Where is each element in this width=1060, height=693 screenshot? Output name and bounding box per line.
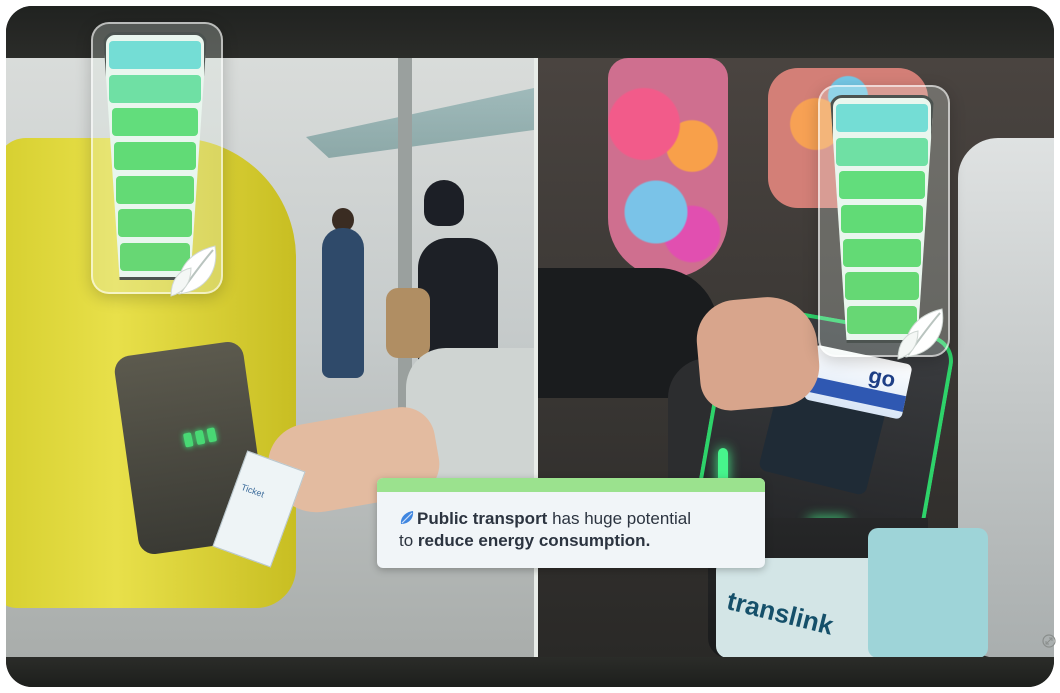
hand xyxy=(693,292,823,414)
gauge-segment xyxy=(839,171,925,200)
leaf-icon xyxy=(897,308,944,360)
gate-poster xyxy=(868,528,988,657)
gauge-segment xyxy=(116,175,194,204)
caption-text: Public transport has huge potential to r… xyxy=(399,508,691,552)
caption-part-2: has huge potential xyxy=(547,509,692,528)
gauge-segment xyxy=(841,204,923,233)
caption-bold-2: reduce energy consumption. xyxy=(417,531,651,550)
ticket-label: Ticket xyxy=(239,481,266,500)
caption-box: Public transport has huge potential to r… xyxy=(377,478,765,568)
pedestrian xyxy=(322,228,364,378)
gauge-segment xyxy=(836,137,928,166)
blue-leaf-icon xyxy=(400,511,414,524)
bottom-bar xyxy=(6,657,1054,687)
leaf-icon xyxy=(170,245,217,297)
brand-text: translink xyxy=(724,585,837,641)
gauge-segment xyxy=(843,238,921,267)
gauge-segment xyxy=(118,209,192,238)
gauge-segment xyxy=(114,141,196,170)
led xyxy=(206,427,218,443)
energy-gauge-left xyxy=(91,22,223,297)
gate-base: translink xyxy=(716,558,886,657)
gauge-segment xyxy=(112,108,198,137)
caption-accent-bar xyxy=(377,478,765,492)
expand-icon[interactable] xyxy=(1042,634,1056,648)
backpack xyxy=(386,288,430,358)
led xyxy=(182,432,194,448)
card-label: go xyxy=(866,362,898,393)
commuter-head xyxy=(424,180,464,226)
gauge-segment xyxy=(109,41,201,69)
led xyxy=(194,429,206,446)
gauge-segment xyxy=(845,272,919,301)
energy-gauge-right xyxy=(818,85,950,360)
caption-part-3: to xyxy=(399,531,418,550)
station-pole xyxy=(398,58,412,418)
gauge-segment xyxy=(109,74,201,103)
floral-art xyxy=(608,58,728,278)
station-canopy xyxy=(306,88,534,158)
caption-bold-1: Public transport xyxy=(417,509,548,528)
gauge-segment xyxy=(836,104,928,132)
